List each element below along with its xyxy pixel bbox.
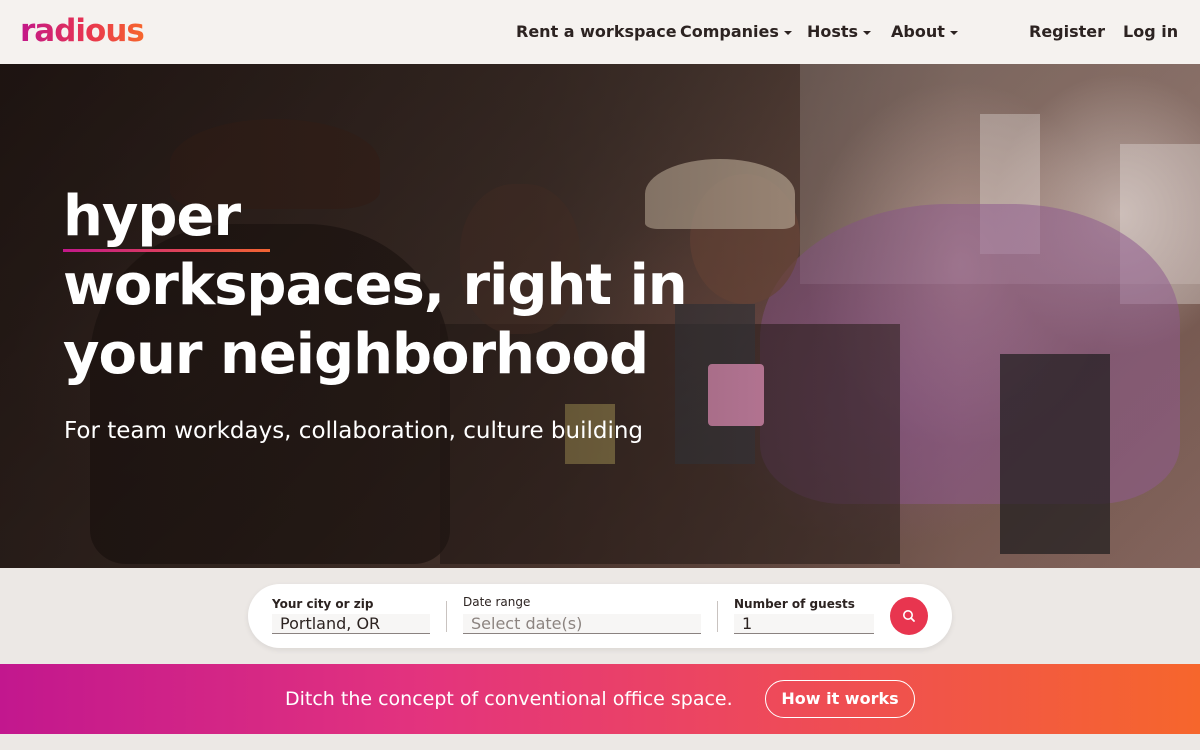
page-bottom-strip bbox=[0, 734, 1200, 750]
chevron-down-icon bbox=[949, 30, 958, 35]
site-header: radious Rent a workspace Companies Hosts… bbox=[0, 0, 1200, 64]
city-input[interactable] bbox=[272, 614, 430, 634]
nav-companies-label: Companies bbox=[680, 22, 779, 41]
guests-input[interactable] bbox=[734, 614, 874, 634]
hero-section: hyper workspaces, right in your neighbor… bbox=[0, 64, 1200, 568]
city-label: Your city or zip bbox=[272, 597, 374, 611]
hero-title: hyper workspaces, right in your neighbor… bbox=[63, 182, 743, 389]
guests-field: Number of guests bbox=[734, 596, 874, 634]
search-icon bbox=[903, 610, 915, 622]
nav-hosts[interactable]: Hosts bbox=[807, 20, 872, 44]
nav-about-label: About bbox=[891, 22, 945, 41]
title-accent-underline bbox=[63, 249, 270, 252]
city-field: Your city or zip bbox=[272, 596, 430, 634]
search-bar: Your city or zip Date range Number of gu… bbox=[248, 584, 952, 648]
nav-rent-a-workspace[interactable]: Rent a workspace bbox=[516, 20, 677, 44]
field-divider bbox=[717, 601, 718, 632]
guests-label: Number of guests bbox=[734, 597, 855, 611]
field-divider bbox=[446, 601, 447, 632]
nav-register[interactable]: Register bbox=[1029, 20, 1105, 44]
hero-title-line-1: hyper bbox=[63, 184, 241, 249]
nav-companies[interactable]: Companies bbox=[680, 20, 792, 44]
how-it-works-button[interactable]: How it works bbox=[765, 680, 915, 718]
promo-banner: Ditch the concept of conventional office… bbox=[0, 664, 1200, 734]
hero-subtitle: For team workdays, collaboration, cultur… bbox=[64, 418, 644, 444]
hero-title-line-3: your neighborhood bbox=[63, 322, 649, 387]
chevron-down-icon bbox=[783, 30, 792, 35]
hero-title-line-2: workspaces, right in bbox=[63, 253, 688, 318]
chevron-down-icon bbox=[863, 30, 872, 35]
nav-login[interactable]: Log in bbox=[1123, 20, 1178, 44]
nav-hosts-label: Hosts bbox=[807, 22, 859, 41]
date-range-input[interactable] bbox=[463, 614, 701, 634]
nav-about[interactable]: About bbox=[891, 20, 958, 44]
date-label: Date range bbox=[463, 595, 531, 609]
radious-logo[interactable]: radious bbox=[20, 9, 145, 53]
search-button[interactable] bbox=[890, 597, 928, 635]
date-field: Date range bbox=[463, 594, 701, 634]
banner-text: Ditch the concept of conventional office… bbox=[285, 688, 733, 710]
